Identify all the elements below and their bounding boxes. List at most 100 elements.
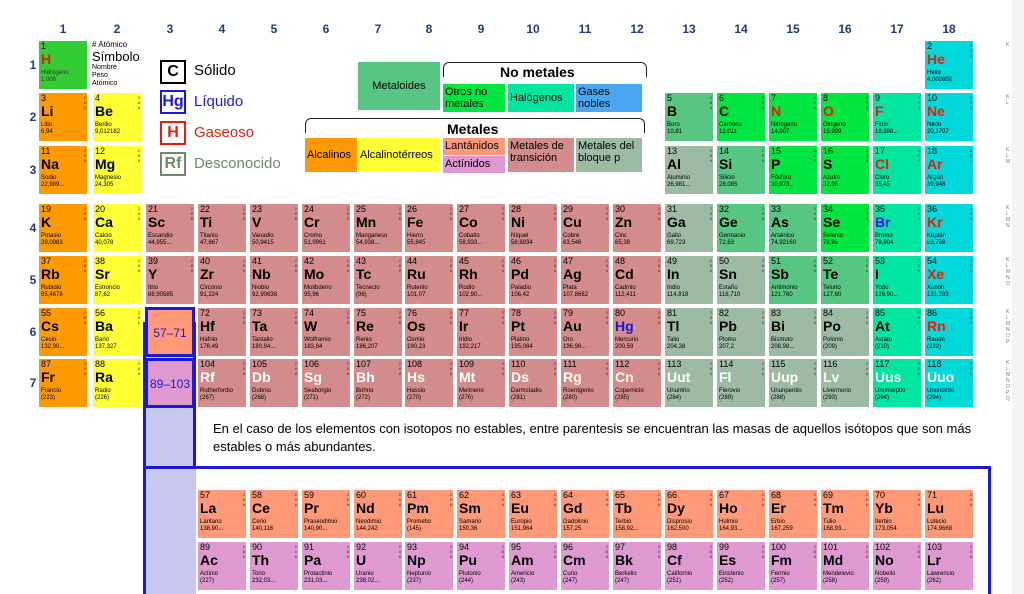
element-cell-ds[interactable]: 110 Ds Darmstadio (281) 2 8 8 [508, 358, 558, 408]
element-cell-sr[interactable]: 38 Sr Estroncio 87,62 2 8 8 [92, 255, 142, 305]
element-cell-ac[interactable]: 89 Ac Actinio (227) 2 8 8 [197, 541, 247, 591]
element-cell-th[interactable]: 90 Th Torio 232,03... 2 8 8 [249, 541, 299, 591]
element-cell-db[interactable]: 105 Db Dubnio (268) 2 8 8 [249, 358, 299, 408]
element-cell-rb[interactable]: 37 Rb Rubidio 85,4678 2 8 8 [38, 255, 88, 305]
element-cell-si[interactable]: 14 Si Silicio 28,085 2 8 8 [716, 145, 766, 195]
element-cell-c[interactable]: 6 C Carbono 12,011 2 8 8 [716, 92, 766, 142]
element-cell-as[interactable]: 33 As Arsénico 74,92160 2 8 8 [768, 203, 818, 253]
element-cell-cl[interactable]: 17 Cl Cloro 35,45 2 8 8 [872, 145, 922, 195]
element-cell-ni[interactable]: 28 Ni Níquel 58,6934 2 8 8 [508, 203, 558, 253]
element-cell-sg[interactable]: 106 Sg Seaborgio (271) 2 8 8 [301, 358, 351, 408]
element-cell-y[interactable]: 39 Y Itrio 88,90585 2 8 8 [145, 255, 195, 305]
element-cell-pt[interactable]: 78 Pt Platino 195,084 2 8 8 [508, 307, 558, 357]
element-cell-se[interactable]: 34 Se Selenio 78,96 2 8 8 [820, 203, 870, 253]
element-cell-u[interactable]: 92 U Uranio 238,02... 2 8 8 [353, 541, 403, 591]
element-cell-yb[interactable]: 70 Yb Iterbio 173,054 2 8 8 [872, 489, 922, 539]
element-cell-uup[interactable]: 115 Uup Ununpentio (288) 2 8 8 [768, 358, 818, 408]
element-cell-re[interactable]: 75 Re Renio 186,207 2 8 8 [353, 307, 403, 357]
element-cell-np[interactable]: 93 Np Neptunio (237) 2 8 8 [404, 541, 454, 591]
element-cell-rn[interactable]: 86 Rn Radón (222) 2 8 8 [924, 307, 974, 357]
element-cell-nb[interactable]: 41 Nb Niobio 92,90638 2 8 8 [249, 255, 299, 305]
element-cell-pd[interactable]: 46 Pd Paladio 106,42 2 8 8 [508, 255, 558, 305]
element-cell-ne[interactable]: 10 Ne Neón 20,1797 2 8 8 [924, 92, 974, 142]
element-cell-w[interactable]: 74 W Wolframio 183,84 2 8 8 [301, 307, 351, 357]
element-cell-eu[interactable]: 63 Eu Europio 151,964 2 8 8 [508, 489, 558, 539]
element-cell-at[interactable]: 85 At Astato (210) 2 8 8 [872, 307, 922, 357]
element-cell-fr[interactable]: 87 Fr Francio (223) 2 8 8 [38, 358, 88, 408]
element-cell-ba[interactable]: 56 Ba Bario 137,327 2 8 8 [92, 307, 142, 357]
element-cell-uut[interactable]: 113 Uut Ununtrio (284) 2 8 8 [664, 358, 714, 408]
element-cell-no[interactable]: 102 No Nobelio (259) 2 8 8 [872, 541, 922, 591]
element-cell-mg[interactable]: 12 Mg Magnesio 24,305 2 8 8 [92, 145, 142, 195]
element-cell-hf[interactable]: 72 Hf Hafnio 178,49 2 8 8 [197, 307, 247, 357]
element-cell-mt[interactable]: 109 Mt Meitnerio (276) 2 8 8 [456, 358, 506, 408]
element-cell-uus[interactable]: 117 Uus Ununseptio (294) 2 8 8 [872, 358, 922, 408]
element-cell-bk[interactable]: 97 Bk Berkelio (247) 2 8 8 [612, 541, 662, 591]
element-cell-zn[interactable]: 30 Zn Cinc 65,38 2 8 8 [612, 203, 662, 253]
element-cell-pr[interactable]: 59 Pr Praseodimio 140,90... 2 8 8 [301, 489, 351, 539]
element-cell-mo[interactable]: 42 Mo Molibdeno 95,96 2 8 8 [301, 255, 351, 305]
element-cell-ti[interactable]: 22 Ti Titanio 47,867 2 8 8 [197, 203, 247, 253]
element-cell-uuo[interactable]: 118 Uuo Ununoctio (294) 2 8 8 [924, 358, 974, 408]
element-cell-li[interactable]: 3 Li Litio 6,94 2 8 8 [38, 92, 88, 142]
element-cell-pb[interactable]: 82 Pb Plomo 207,2 2 8 8 [716, 307, 766, 357]
element-cell-ce[interactable]: 58 Ce Cerio 140,116 2 8 8 [249, 489, 299, 539]
element-cell-mn[interactable]: 25 Mn Manganeso 54,938... 2 8 8 [353, 203, 403, 253]
element-cell-ge[interactable]: 32 Ge Germanio 72,63 2 8 8 [716, 203, 766, 253]
element-cell-f[interactable]: 9 F Flúor 18,998... 2 8 8 [872, 92, 922, 142]
element-cell-lu[interactable]: 71 Lu Lutecio 174,9668 2 8 8 [924, 489, 974, 539]
element-cell-k[interactable]: 19 K Potasio 39,0983 2 8 8 [38, 203, 88, 253]
element-cell-ta[interactable]: 73 Ta Tantalio 180,94... 2 8 8 [249, 307, 299, 357]
element-cell-sc[interactable]: 21 Sc Escandio 44,955... 2 8 8 [145, 203, 195, 253]
element-cell-o[interactable]: 8 O Oxígeno 15,999 2 8 8 [820, 92, 870, 142]
element-cell-b[interactable]: 5 B Boro 10,81 2 8 8 [664, 92, 714, 142]
element-cell-tl[interactable]: 81 Tl Talio 204,38 2 8 8 [664, 307, 714, 357]
element-cell-po[interactable]: 84 Po Polonio (209) 2 8 8 [820, 307, 870, 357]
element-cell-es[interactable]: 99 Es Einstenio (252) 2 8 8 [716, 541, 766, 591]
element-cell-pa[interactable]: 91 Pa Protactinio 231,03... 2 8 8 [301, 541, 351, 591]
element-cell-tb[interactable]: 65 Tb Terbio 158,92... 2 8 8 [612, 489, 662, 539]
element-cell-rg[interactable]: 111 Rg Roentgenio (280) 2 8 8 [560, 358, 610, 408]
element-cell-xe[interactable]: 54 Xe Xenón 131,293 2 8 8 [924, 255, 974, 305]
element-cell-am[interactable]: 95 Am Americio (243) 2 8 8 [508, 541, 558, 591]
element-cell-md[interactable]: 101 Md Mendelevio (258) 2 8 8 [820, 541, 870, 591]
element-cell-cd[interactable]: 48 Cd Cadmio 112,411 2 8 8 [612, 255, 662, 305]
element-cell-n[interactable]: 7 N Nitrógeno 14,007 2 8 8 [768, 92, 818, 142]
element-cell-al[interactable]: 13 Al Aluminio 26,981... 2 8 8 [664, 145, 714, 195]
element-cell-fe[interactable]: 26 Fe Hierro 55,845 2 8 8 [404, 203, 454, 253]
element-cell-os[interactable]: 76 Os Osmio 190,23 2 8 8 [404, 307, 454, 357]
element-cell-sb[interactable]: 51 Sb Antimonio 121,760 2 8 8 [768, 255, 818, 305]
element-cell-er[interactable]: 68 Er Erbio 167,259 2 8 8 [768, 489, 818, 539]
element-cell-ho[interactable]: 67 Ho Holmio 164,93... 2 8 8 [716, 489, 766, 539]
element-cell-in[interactable]: 49 In Indio 114,818 2 8 8 [664, 255, 714, 305]
element-cell-ar[interactable]: 18 Ar Argón 39,948 2 8 8 [924, 145, 974, 195]
element-cell-na[interactable]: 11 Na Sodio 22,989... 2 8 8 [38, 145, 88, 195]
element-cell-s[interactable]: 16 S Azufre 32,06 2 8 8 [820, 145, 870, 195]
element-cell-la[interactable]: 57 La Lantano 138,90... 2 8 8 [197, 489, 247, 539]
element-cell-ga[interactable]: 31 Ga Galio 69,723 2 8 8 [664, 203, 714, 253]
element-cell-ra[interactable]: 88 Ra Radio (226) 2 8 8 [92, 358, 142, 408]
element-cell-hg[interactable]: 80 Hg Mercurio 200,59 2 8 8 [612, 307, 662, 357]
element-cell-pu[interactable]: 94 Pu Plutonio (244) 2 8 8 [456, 541, 506, 591]
element-cell-lv[interactable]: 116 Lv Livermorio (293) 2 8 8 [820, 358, 870, 408]
element-cell-ru[interactable]: 44 Ru Rutenio 101,07 2 8 8 [404, 255, 454, 305]
element-cell-bi[interactable]: 83 Bi Bismuto 208,98... 2 8 8 [768, 307, 818, 357]
element-cell-ir[interactable]: 77 Ir Iridio 192,217 2 8 8 [456, 307, 506, 357]
element-cell-sm[interactable]: 62 Sm Samario 150,36 2 8 8 [456, 489, 506, 539]
element-cell-rf[interactable]: 104 Rf Rutherfordio (267) 2 8 8 [197, 358, 247, 408]
element-cell-p[interactable]: 15 P Fósforo 30,973... 2 8 8 [768, 145, 818, 195]
element-cell-te[interactable]: 52 Te Telurio 127,60 2 8 8 [820, 255, 870, 305]
element-cell-hs[interactable]: 108 Hs Hassio (270) 2 8 8 [404, 358, 454, 408]
element-cell-cm[interactable]: 96 Cm Curio (247) 2 8 8 [560, 541, 610, 591]
element-cell-pm[interactable]: 61 Pm Prometio (145) 2 8 8 [404, 489, 454, 539]
element-cell-kr[interactable]: 36 Kr Kriptón 83,798 2 8 8 [924, 203, 974, 253]
element-cell-v[interactable]: 23 V Vanadio 50,9415 2 8 8 [249, 203, 299, 253]
element-cell-cf[interactable]: 98 Cf Californio (251) 2 8 8 [664, 541, 714, 591]
element-cell-fm[interactable]: 100 Fm Fermio (257) 2 8 8 [768, 541, 818, 591]
element-cell-ca[interactable]: 20 Ca Calcio 40,078 2 8 8 [92, 203, 142, 253]
element-cell-cn[interactable]: 112 Cn Copernicio (285) 2 8 8 [612, 358, 662, 408]
element-cell-nd[interactable]: 60 Nd Neodimio 144,242 2 8 8 [353, 489, 403, 539]
element-cell-co[interactable]: 27 Co Cobalto 58,933... 2 8 8 [456, 203, 506, 253]
element-cell-i[interactable]: 53 I Yodo 126,90... 2 8 8 [872, 255, 922, 305]
element-cell-he[interactable]: 2 He Helio 4,002602 2 8 8 [924, 40, 974, 90]
